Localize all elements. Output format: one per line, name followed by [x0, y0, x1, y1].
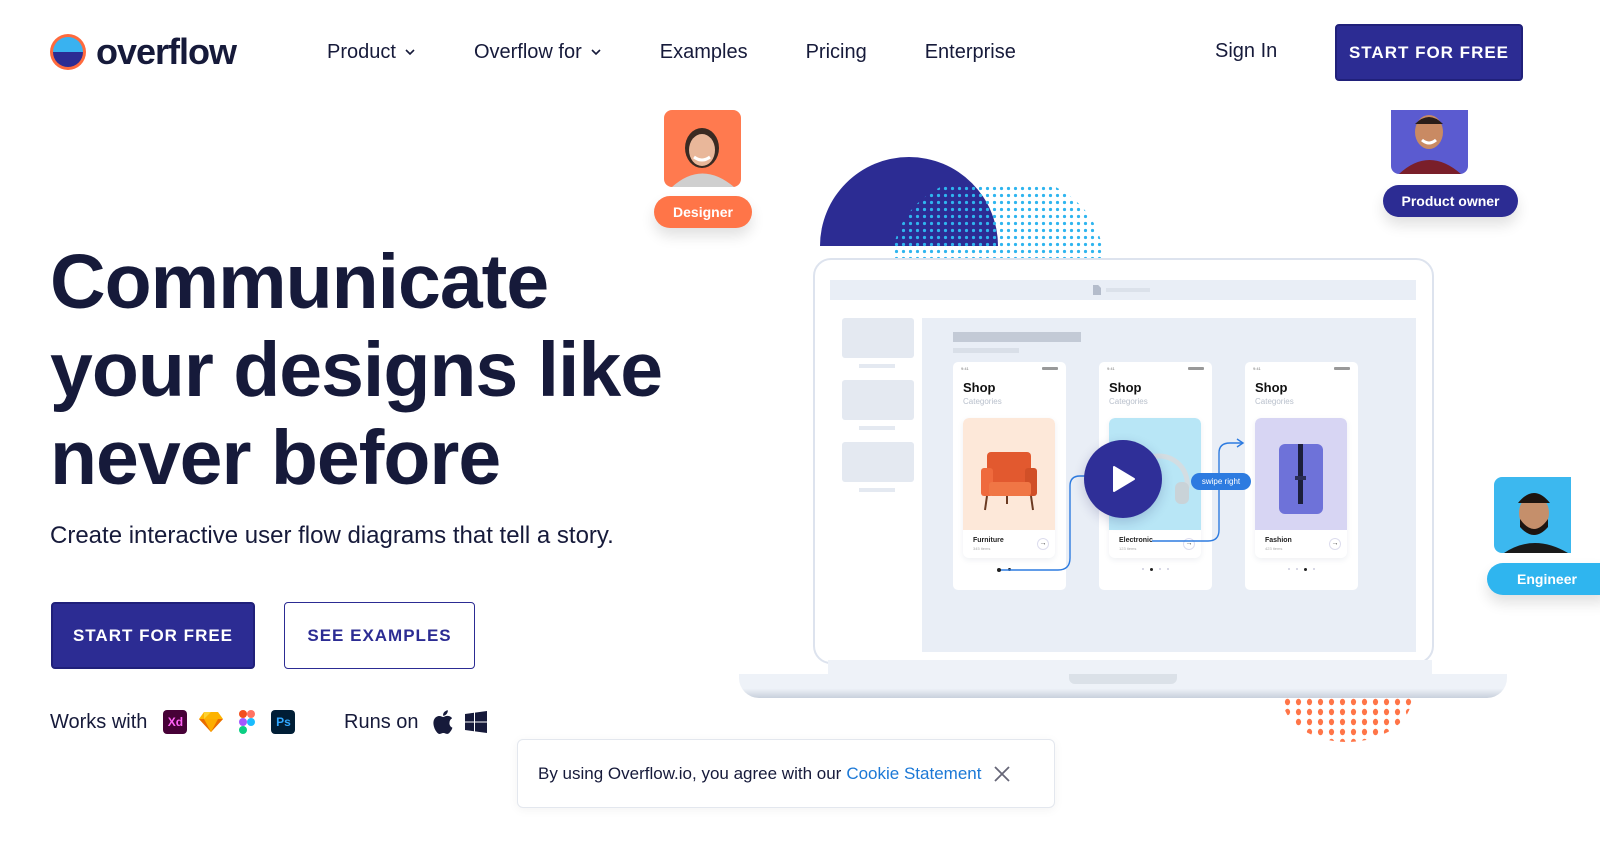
cookie-banner: By using Overflow.io, you agree with our…: [517, 739, 1055, 808]
cookie-statement-link[interactable]: Cookie Statement: [846, 764, 981, 784]
flow-line-start: [997, 568, 1001, 572]
engineer-badge: Engineer: [1487, 563, 1600, 595]
engineer-avatar: [1494, 477, 1571, 553]
swipe-right-label: swipe right: [1191, 473, 1251, 490]
play-icon: [1113, 466, 1135, 492]
designer-badge: Designer: [654, 196, 752, 228]
product-owner-avatar: [1391, 110, 1468, 174]
decorative-dots-orange: [1282, 697, 1412, 742]
designer-avatar: [664, 110, 741, 187]
play-video-button[interactable]: [1084, 440, 1162, 518]
close-icon[interactable]: [993, 765, 1011, 783]
laptop-hinge: [828, 660, 1432, 674]
cookie-text: By using Overflow.io, you agree with our: [538, 763, 842, 783]
laptop-notch: [1069, 674, 1177, 684]
flow-line: [1152, 442, 1242, 542]
product-owner-badge: Product owner: [1383, 185, 1518, 217]
flow-line: [1000, 475, 1092, 571]
